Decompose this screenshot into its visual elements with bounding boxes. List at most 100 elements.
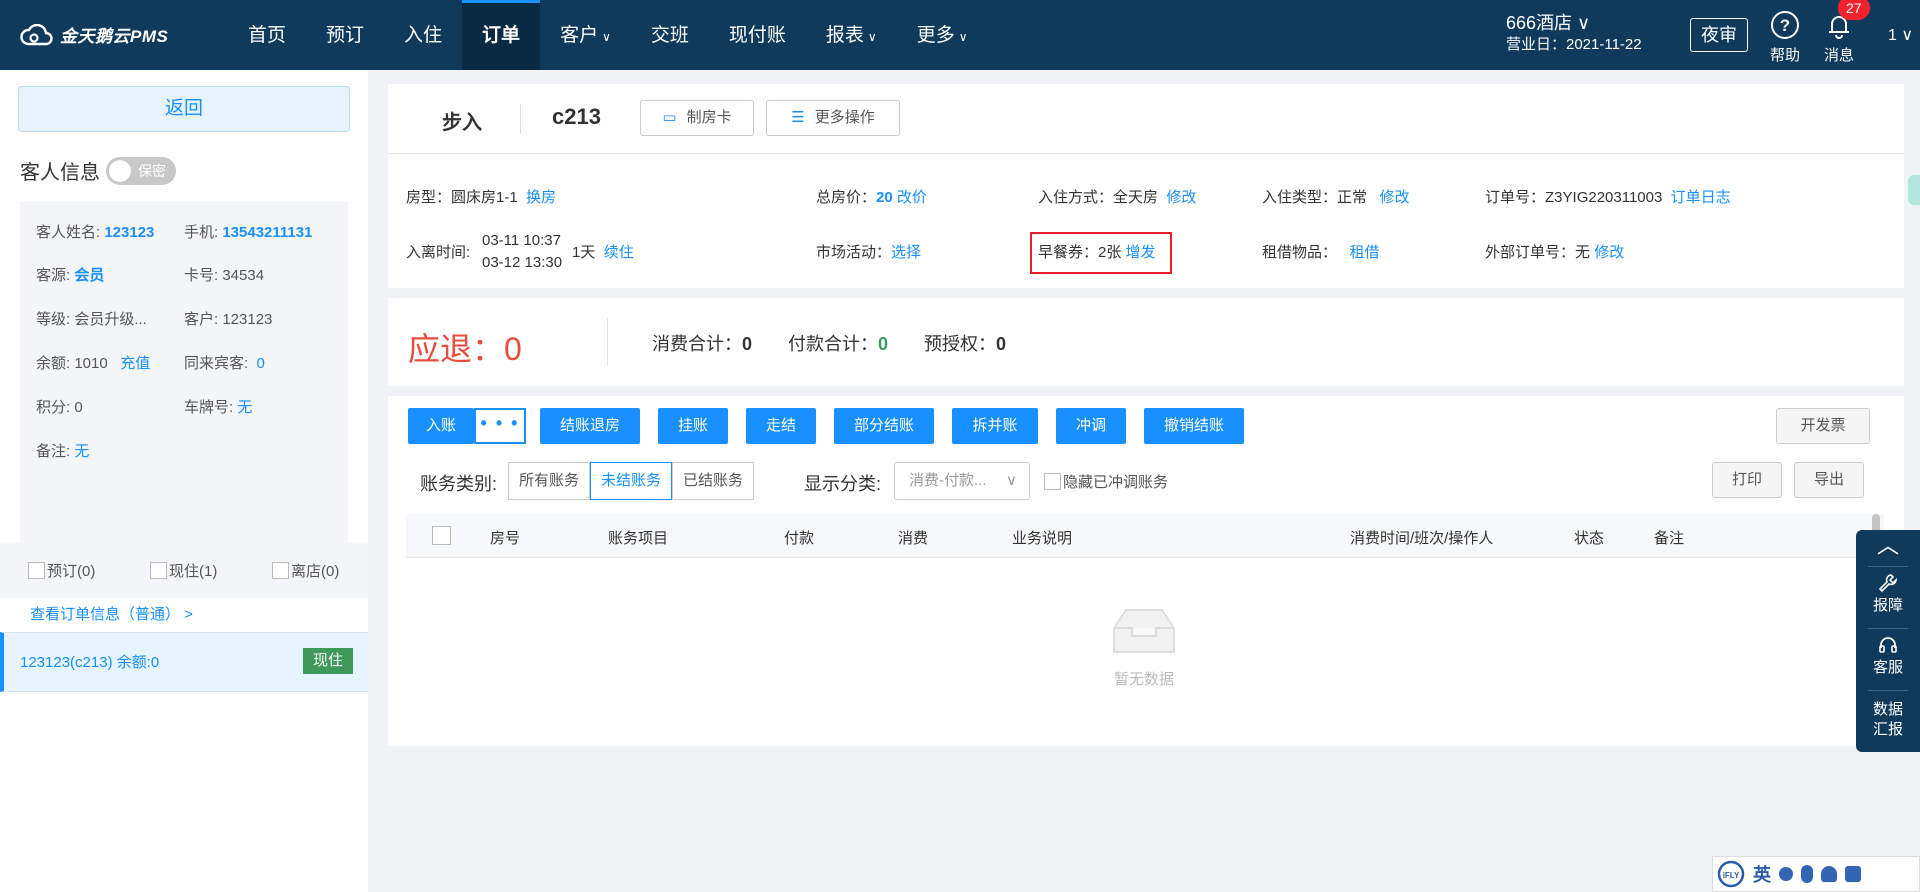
divider <box>1868 628 1908 629</box>
checkin-type-field: 入住类型：正常 修改 <box>1262 189 1410 206</box>
walk-settle-button[interactable]: 走结 <box>746 408 816 444</box>
user-menu[interactable]: 1 ∨ <box>1888 25 1913 45</box>
order-header: 步入 c213 ▭ 制房卡 ☰ 更多操作 <box>388 84 1904 154</box>
display-category-label: 显示分类: <box>804 474 882 494</box>
checkbox-icon <box>28 562 45 579</box>
divider <box>1868 690 1908 691</box>
plate-link[interactable]: 无 <box>237 399 252 416</box>
filter-reserved-checkbox[interactable]: 预订(0) <box>28 543 95 598</box>
summary-card: 应退：0 消费合计：0 付款合计：0 预授权：0 <box>388 298 1904 386</box>
ime-language-toggle[interactable]: 英 <box>1753 861 1771 887</box>
collapse-up-icon[interactable]: ︿ <box>1856 535 1920 557</box>
order-number-field: 订单号：Z3YIG220311003 订单日志 <box>1485 189 1731 206</box>
night-audit-button[interactable]: 夜审 <box>1690 18 1748 52</box>
split-merge-button[interactable]: 拆并账 <box>952 408 1038 444</box>
note-link[interactable]: 无 <box>74 443 89 460</box>
post-charge-button[interactable]: 入账 <box>408 408 474 444</box>
order-type: 步入 <box>442 112 482 134</box>
billing-table-header: 房号 账务项目 付款 消费 业务说明 消费时间/班次/操作人 状态 备注 <box>406 514 1884 558</box>
note-field: 备注: 无 <box>36 443 90 460</box>
side-tab-handle[interactable] <box>1908 175 1920 205</box>
empty-box-icon <box>1113 609 1175 653</box>
guest-name-field: 客人姓名: 123123 <box>36 224 155 241</box>
category-settled[interactable]: 已结账务 <box>672 462 754 500</box>
modify-external-link[interactable]: 修改 <box>1594 244 1624 261</box>
nav-home[interactable]: 首页 <box>228 0 306 70</box>
external-order-field: 外部订单号：无 修改 <box>1485 244 1625 261</box>
modify-checkin-mode-link[interactable]: 修改 <box>1166 189 1196 206</box>
change-room-link[interactable]: 换房 <box>526 189 556 206</box>
nav-checkin[interactable]: 入住 <box>384 0 462 70</box>
guest-customer-field: 客户: 123123 <box>184 311 273 328</box>
nav-reservation[interactable]: 预订 <box>306 0 384 70</box>
invoice-button[interactable]: 开发票 <box>1776 408 1870 444</box>
select-market-link[interactable]: 选择 <box>891 244 921 261</box>
view-order-info-link[interactable]: 查看订单信息（普通） > <box>30 598 193 632</box>
stay-period-field: 03-11 10:37 03-12 13:30 <box>482 232 563 271</box>
nav-shift[interactable]: 交班 <box>631 0 709 70</box>
post-charge-more-button[interactable]: • • • <box>474 408 526 444</box>
order-log-link[interactable]: 订单日志 <box>1671 189 1731 206</box>
hotel-name[interactable]: 666酒店 ∨ <box>1506 12 1642 34</box>
export-button[interactable]: 导出 <box>1794 462 1864 498</box>
list-icon: ☰ <box>791 109 805 126</box>
category-all[interactable]: 所有账务 <box>508 462 590 500</box>
hide-reversed-checkbox[interactable]: 隐藏已冲调账务 <box>1044 471 1168 492</box>
customer-service-button[interactable]: 客服 <box>1856 634 1920 678</box>
filter-checkedout-checkbox[interactable]: 离店(0) <box>272 543 339 598</box>
guest-balance-field: 余额: 1010 充值 <box>36 355 151 372</box>
data-report-button[interactable]: 数据 汇报 <box>1856 700 1920 740</box>
ifly-logo-icon[interactable]: iFLY <box>1717 860 1745 888</box>
recharge-link[interactable]: 充值 <box>120 355 150 372</box>
make-room-card-button[interactable]: ▭ 制房卡 <box>640 100 754 136</box>
help-icon: ? <box>1771 11 1799 39</box>
col-description: 业务说明 <box>1012 530 1073 547</box>
partial-settle-button[interactable]: 部分结账 <box>834 408 934 444</box>
nights-field: 1天 续住 <box>572 244 634 261</box>
punctuation-icon[interactable] <box>1779 867 1793 881</box>
select-all-checkbox[interactable] <box>432 526 451 545</box>
apps-grid-icon[interactable] <box>1845 866 1861 882</box>
user-icon[interactable] <box>1821 866 1837 882</box>
market-activity-field: 市场活动：选择 <box>816 244 922 261</box>
room-list-item[interactable]: 123123(c213) 余额:0 现住 <box>0 632 368 692</box>
filter-inhouse-checkbox[interactable]: 现住(1) <box>150 543 217 598</box>
companions-link[interactable]: 0 <box>257 355 265 372</box>
nav-more[interactable]: 更多 ∨ <box>897 0 988 70</box>
adjust-button[interactable]: 冲调 <box>1056 408 1126 444</box>
category-unsettled[interactable]: 未结账务 <box>590 462 672 500</box>
folder-icon: ▭ <box>662 109 677 126</box>
microphone-icon[interactable] <box>1801 865 1813 883</box>
checkout-button[interactable]: 结账退房 <box>540 408 640 444</box>
col-item: 账务项目 <box>608 530 669 547</box>
more-operations-button[interactable]: ☰ 更多操作 <box>766 100 900 136</box>
privacy-toggle[interactable]: 保密 <box>106 157 176 185</box>
floating-toolbar: ︿ 报障 客服 数据 汇报 <box>1856 530 1920 752</box>
report-issue-button[interactable]: 报障 <box>1856 572 1920 616</box>
app-logo[interactable]: 金天鹅云PMS <box>20 22 168 47</box>
rent-link[interactable]: 租借 <box>1350 244 1380 261</box>
print-button[interactable]: 打印 <box>1712 462 1782 498</box>
hotel-selector[interactable]: 666酒店 ∨ 营业日：2021-11-22 <box>1506 12 1642 56</box>
divider <box>1868 566 1908 567</box>
extend-stay-link[interactable]: 续住 <box>604 244 634 261</box>
guest-info-title: 客人信息 <box>20 162 100 184</box>
wrench-icon <box>1878 574 1898 593</box>
hang-account-button[interactable]: 挂账 <box>658 408 728 444</box>
nav-customers[interactable]: 客户 ∨ <box>540 0 631 70</box>
change-price-link[interactable]: 改价 <box>897 189 927 206</box>
divider <box>520 104 521 134</box>
undo-settle-button[interactable]: 撤销结账 <box>1144 408 1244 444</box>
modify-checkin-type-link[interactable]: 修改 <box>1380 189 1410 206</box>
help-button[interactable]: ? 帮助 <box>1770 10 1800 65</box>
back-button[interactable]: 返回 <box>18 86 350 132</box>
total-price-field: 总房价：20 改价 <box>816 189 927 206</box>
nav-orders[interactable]: 订单 <box>462 0 541 70</box>
nav-cash-account[interactable]: 现付账 <box>709 0 806 70</box>
checkbox-icon <box>272 562 289 579</box>
status-badge: 现住 <box>303 648 353 674</box>
col-consume: 消费 <box>898 530 929 547</box>
stay-period-label: 入离时间: <box>406 244 471 261</box>
nav-reports[interactable]: 报表 ∨ <box>806 0 897 70</box>
display-category-select[interactable]: 消费-付款... ∨ <box>894 462 1030 500</box>
